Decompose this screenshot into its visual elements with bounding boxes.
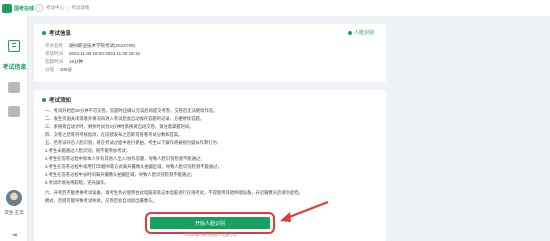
sidebar-item-label: 考试信息 [2,65,27,71]
breadcrumb-home-link[interactable]: 考试中心 [46,5,64,11]
title-dot-icon [42,31,46,35]
notice-line: 六、开考后不能更换考试设备，请考生务必使用台式电脑或笔记本电脑进行在线考试，不得… [45,190,303,195]
info-key: 考试时间 [45,51,63,56]
logout-icon[interactable]: ⇥ [9,232,19,240]
breadcrumb-current: 考试详情 [71,5,90,10]
face-recognition-status: 人脸识别 [347,29,374,36]
app-logo: 国考在线 [2,3,34,13]
exam-info-title: 考试信息 [42,29,71,37]
info-value: 2023.11.09 18:00-2023.11.09 18:15 [69,51,140,56]
avatar[interactable] [6,190,22,206]
sidebar-item-exam-info[interactable] [0,36,28,56]
notice-line: 5.考试环境光线较暗，逆光操作。 [45,180,109,185]
exam-notice-title-text: 考试须知 [49,98,72,104]
document-edit-icon [8,40,20,52]
notice-line: 五、若考试开启人脸识别，将在考试过程中进行抓拍，考生以下操作将被视为疑似作弊行为… [45,140,222,145]
info-value: 湖州职业技术学院考试(2023Y09) [69,43,136,48]
breadcrumb: ‹ 考试中心 / 考试详情 [35,3,89,13]
location-pin-icon [347,30,352,35]
notice-line: 1.考生未能通过人脸识别，则不能参加考试； [45,148,131,153]
info-key: 分值 [45,67,54,72]
student-name: 李生 王丰 [4,210,24,215]
info-key: 答题时间 [45,59,63,64]
back-button[interactable]: ‹ [35,4,43,12]
face-status-label: 人脸识别 [353,30,374,36]
notice-line: 4.考生在答卷过程中长时间离开摄像头拍摄区域，导致人脸识别检测不能通过； [45,172,195,177]
notice-line: 3.考生在答卷过程中采用打印/翻书等方式离开摄像头拍摄区域，导致人脸识别检测不能… [45,164,222,169]
notice-line: 2.考生在答卷过程中除本人外有其他人出入/协作答题，导致人脸识别检测不能通过； [45,156,205,161]
logo-text: 国考在线 [14,5,35,12]
exam-info-title-text: 考试信息 [49,31,72,37]
camera-hint: 考试前请先确认摄像头设备可用 [183,233,237,237]
info-value: 100分 [60,67,73,72]
sidebar-item-exam-paper[interactable] [8,82,20,93]
title-dot-icon [42,98,46,102]
sidebar: 考试信息 李生 王丰 ⇥ [0,16,28,241]
notice-line: 模式、否则可能导致考试失败，交卷后会自动退出摄像头。 [45,198,157,203]
info-row-exam-time: 考试时间 2023.11.09 18:00-2023.11.09 18:15 [45,51,140,57]
exam-info-card: 考试信息 人脸识别 考试名称 湖州职业技术学院考试(2023Y09) 考试时间 … [34,24,386,82]
notice-line: 一、考试开始后30分钟不可交卷，答题时应确认无误后再提交考卷，交卷后无法继续作答… [45,108,218,113]
top-bar: 国考在线 ‹ 考试中心 / 考试详情 [0,0,550,16]
info-value: 15分钟 [69,59,84,64]
notice-line: 四、交卷之后等待考核批改，在成绩发布之后即可查看考试分数和答案。 [45,132,183,137]
info-row-score: 分值 100分 [45,67,72,73]
breadcrumb-separator: / [67,5,69,11]
info-row-duration: 答题时间 15分钟 [45,59,83,65]
info-key: 考试名称 [45,43,63,48]
notice-line: 三、系统将自动计时，剩余时间为0分钟时系统将自动交卷，请注意掌握时间。 [45,124,194,129]
sidebar-item-records[interactable] [8,106,20,117]
notice-line: 二、发生页面关闭或意外情况再进入考试后会自动保存答题的记录，方便继续答题。 [45,116,204,121]
exam-notice-title: 考试须知 [42,96,71,104]
info-row-exam-name: 考试名称 湖州职业技术学院考试(2023Y09) [45,43,135,49]
start-face-recognition-button[interactable]: 开始人脸识别 [145,212,275,234]
logo-mark-icon [2,3,12,13]
